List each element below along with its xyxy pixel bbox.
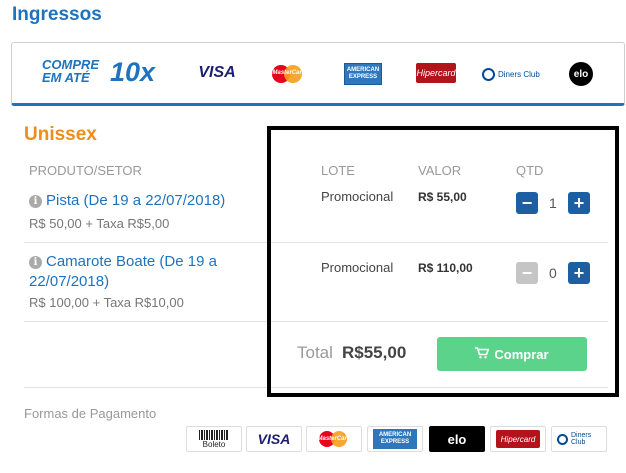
mastercard-payment-logo: MasterCard bbox=[306, 426, 362, 452]
product-row-1-name[interactable]: i Pista (De 19 a 22/07/2018) bbox=[29, 191, 225, 211]
diners-payment-logo: Diners Club bbox=[551, 426, 607, 452]
mastercard-logo-text: MasterCard bbox=[272, 70, 306, 76]
product-row-1-lote: Promocional bbox=[321, 189, 394, 204]
row-1-plus-button[interactable]: + bbox=[568, 192, 590, 214]
header-product: PRODUTO/SETOR bbox=[29, 163, 142, 178]
plus-icon: + bbox=[573, 263, 585, 283]
diners-circle-icon bbox=[557, 433, 568, 445]
total-label: Total bbox=[297, 343, 333, 362]
amex-line-2: EXPRESS bbox=[348, 74, 378, 80]
visa-logo: VISA bbox=[198, 64, 236, 81]
row-1-quantity: 1 bbox=[549, 195, 557, 211]
product-row-2-label-line-2[interactable]: 22/07/2018) bbox=[29, 272, 259, 292]
row-1-minus-button[interactable]: − bbox=[516, 192, 538, 214]
visa-payment-logo: VISA bbox=[246, 426, 302, 452]
payment-methods-label: Formas de Pagamento bbox=[24, 406, 157, 421]
row-2-minus-button[interactable]: − bbox=[516, 262, 538, 284]
boleto-logo: Boleto bbox=[186, 426, 242, 452]
amex-payment-logo: AMERICAN EXPRESS bbox=[367, 426, 423, 452]
product-row-2-valor: R$ 110,00 bbox=[418, 261, 473, 275]
plus-icon: + bbox=[573, 193, 585, 213]
amex-line-1: AMERICAN bbox=[346, 67, 380, 73]
minus-icon: − bbox=[521, 263, 533, 283]
row-divider bbox=[24, 321, 608, 322]
boleto-label: Boleto bbox=[202, 439, 226, 449]
barcode-icon bbox=[199, 429, 229, 440]
section-title: Unissex bbox=[24, 124, 97, 145]
diners-payment-text: Diners Club bbox=[571, 432, 592, 446]
shopping-cart-icon bbox=[475, 346, 490, 362]
product-row-2-label-line-1[interactable]: Camarote Boate (De 19 a bbox=[46, 253, 217, 270]
product-row-1-price: R$ 50,00 + Taxa R$5,00 bbox=[29, 216, 170, 231]
elo-logo: elo bbox=[569, 62, 593, 86]
header-qtd: QTD bbox=[516, 163, 544, 178]
product-row-2-name[interactable]: i Camarote Boate (De 19 a 22/07/2018) bbox=[29, 252, 259, 292]
product-row-2-lote: Promocional bbox=[321, 260, 394, 275]
header-lote: LOTE bbox=[321, 163, 355, 178]
hipercard-payment-logo: Hipercard bbox=[490, 426, 546, 452]
amex-payment-line-1: AMERICAN bbox=[378, 432, 412, 438]
info-icon[interactable]: i bbox=[29, 195, 42, 208]
total-value: R$55,00 bbox=[342, 343, 407, 362]
installments-promo: COMPRE EM ATÉ 10x bbox=[42, 58, 155, 86]
page-title: Ingressos bbox=[12, 4, 102, 25]
promo-installments: 10x bbox=[110, 57, 156, 87]
promo-line-2: EM ATÉ bbox=[42, 70, 90, 85]
amex-logo: AMERICAN EXPRESS bbox=[344, 63, 382, 85]
info-icon[interactable]: i bbox=[29, 256, 42, 269]
product-row-1-label[interactable]: Pista (De 19 a 22/07/2018) bbox=[46, 192, 225, 209]
hipercard-logo: Hipercard bbox=[416, 63, 456, 83]
buy-button-label[interactable]: Comprar bbox=[494, 347, 548, 362]
row-2-quantity: 0 bbox=[549, 265, 557, 281]
payment-banner: COMPRE EM ATÉ 10x VISA MasterCard AMERIC… bbox=[11, 42, 625, 106]
header-valor: VALOR bbox=[418, 163, 462, 178]
product-row-2-price: R$ 100,00 + Taxa R$10,00 bbox=[29, 295, 184, 310]
diners-logo-text: Diners Club bbox=[498, 69, 540, 79]
diners-logo: Diners Club bbox=[482, 65, 542, 83]
row-divider bbox=[24, 242, 608, 243]
hipercard-payment-text: Hipercard bbox=[496, 430, 540, 448]
row-2-plus-button[interactable]: + bbox=[568, 262, 590, 284]
mastercard-payment-text: MasterCard bbox=[317, 436, 351, 442]
diners-circle-icon bbox=[482, 67, 495, 81]
buy-button[interactable]: Comprar bbox=[437, 337, 587, 371]
section-divider bbox=[24, 387, 608, 388]
amex-payment-line-2: EXPRESS bbox=[380, 439, 410, 445]
minus-icon: − bbox=[521, 193, 533, 213]
elo-payment-logo: elo bbox=[429, 426, 485, 452]
product-row-1-valor: R$ 55,00 bbox=[418, 190, 467, 204]
mastercard-logo: MasterCard bbox=[270, 63, 308, 85]
